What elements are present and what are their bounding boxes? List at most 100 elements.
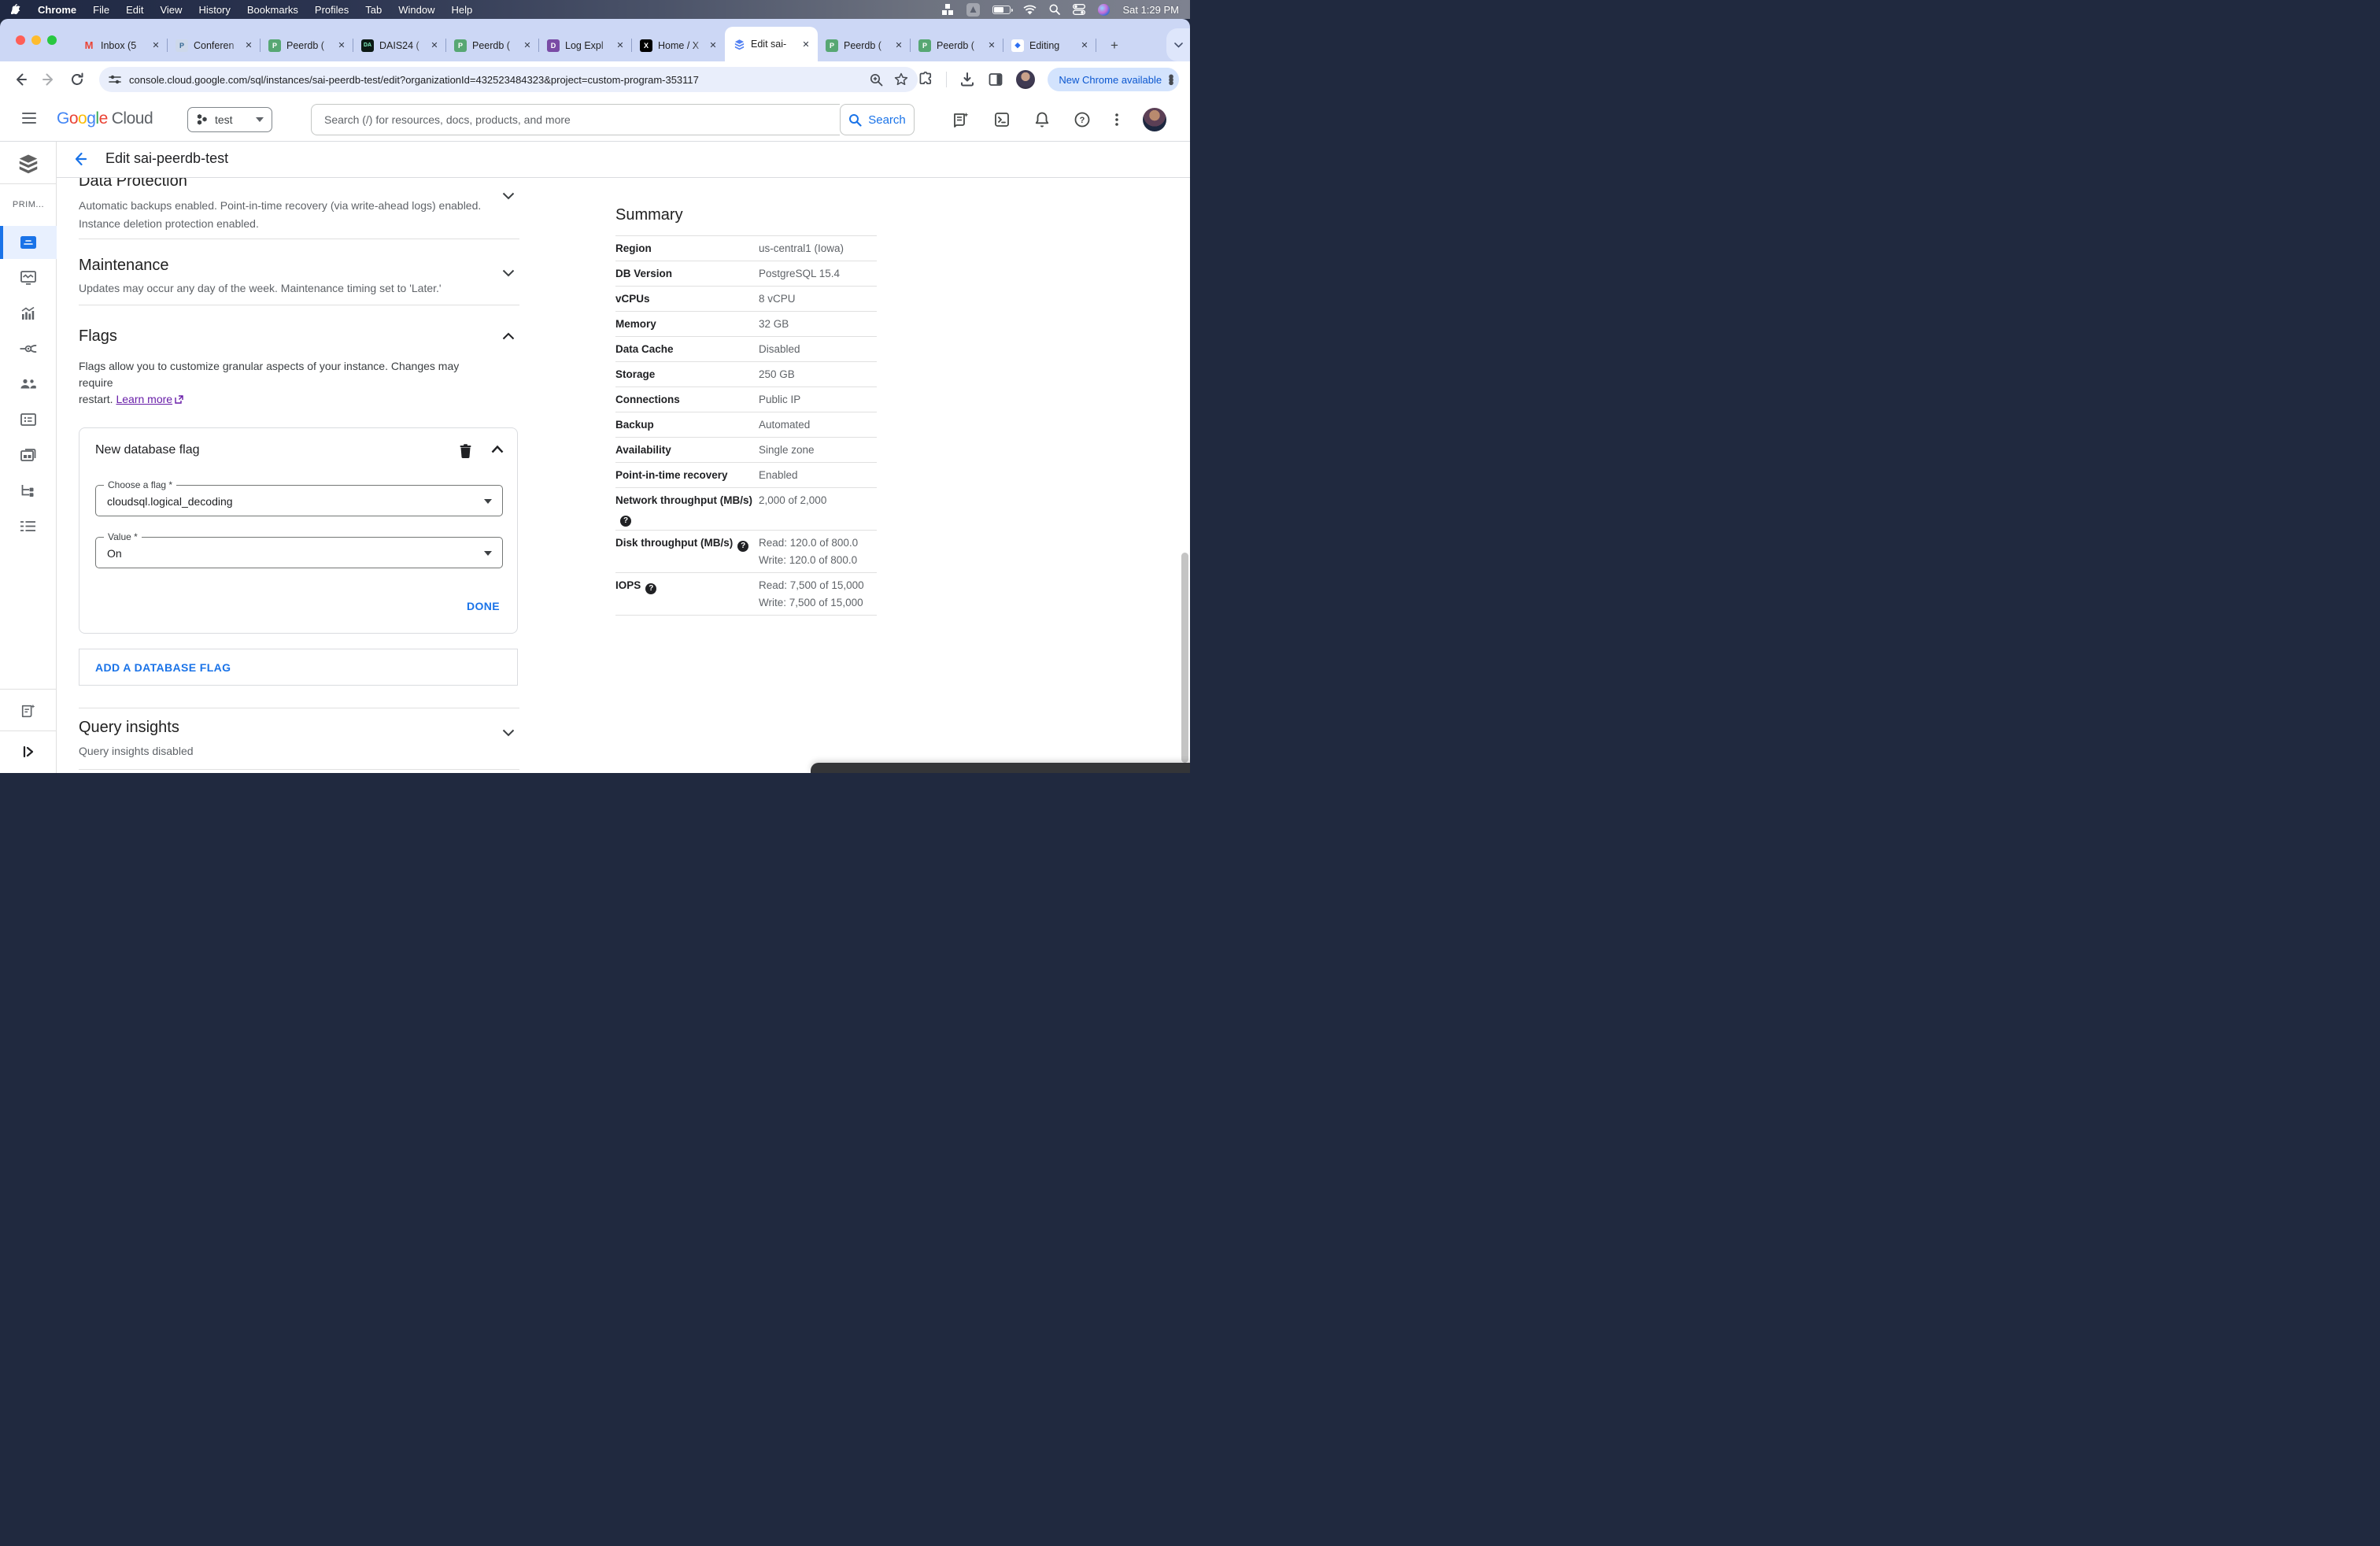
spotlight-search-icon[interactable] [1049,4,1061,15]
extensions-icon[interactable] [918,72,933,87]
help-icon[interactable]: ? [737,541,749,552]
tab-close-icon[interactable]: ✕ [986,40,997,50]
downloads-icon[interactable] [959,72,975,87]
new-chrome-available-button[interactable]: New Chrome available ● ● ● [1048,68,1179,91]
bookmark-star-icon[interactable] [894,72,908,87]
battery-icon[interactable] [992,5,1014,14]
sidebar-item-overview[interactable] [0,226,57,259]
menu-edit[interactable]: Edit [126,4,143,16]
sidebar-item-release-notes[interactable] [0,694,57,727]
menu-bar-clock[interactable]: Sat 1:29 PM [1122,4,1179,16]
menu-file[interactable]: File [93,4,109,16]
delete-flag-icon[interactable] [460,444,471,458]
expand-data-protection-icon[interactable] [502,192,515,200]
sidebar-item-monitoring[interactable] [0,261,57,294]
flag-value-select[interactable]: Value * On [95,531,503,568]
collapse-flags-icon[interactable] [502,332,515,340]
back-button[interactable] [13,72,28,87]
expand-maintenance-icon[interactable] [502,269,515,277]
tab-close-icon[interactable]: ✕ [1079,40,1090,50]
menu-profiles[interactable]: Profiles [315,4,349,16]
more-options-icon[interactable] [1114,111,1119,128]
sidebar-item-connections[interactable] [0,332,57,365]
tab-close-icon[interactable]: ✕ [893,40,904,50]
collapse-flag-card-icon[interactable] [491,445,504,453]
menu-history[interactable]: History [198,4,230,16]
wifi-icon[interactable] [1023,5,1037,15]
tab-close-icon[interactable]: ✕ [336,40,347,50]
notifications-bell-icon[interactable] [1034,111,1050,128]
choose-flag-select[interactable]: Choose a flag * cloudsql.logical_decodin… [95,479,503,516]
status-blocks-icon[interactable] [942,3,954,16]
expand-query-insights-icon[interactable] [502,729,515,737]
project-picker-button[interactable]: test [187,107,272,132]
account-avatar[interactable] [1143,108,1166,131]
tab[interactable]: X Home / X ✕ [632,29,725,61]
sidebar-item-observability[interactable] [0,297,57,330]
sidebar-divider [0,730,57,731]
help-icon[interactable]: ? [645,583,657,594]
release-notes-icon[interactable] [952,111,970,128]
menu-app-name[interactable]: Chrome [38,4,76,16]
help-icon[interactable]: ? [620,516,631,527]
tab[interactable]: M Inbox (5 ✕ [75,29,168,61]
collapse-panel-icon [23,745,34,758]
apple-menu-icon[interactable] [11,3,21,16]
zoom-window-button[interactable] [47,35,57,45]
browser-profile-avatar[interactable] [1016,70,1036,89]
tab[interactable]: P Peerdb (✕ [911,29,1003,61]
forward-button[interactable] [41,72,57,87]
site-settings-icon[interactable] [109,73,121,86]
tab-search-button[interactable] [1166,28,1190,61]
address-bar[interactable]: console.cloud.google.com/sql/instances/s… [99,67,918,92]
sidebar-item-backups[interactable] [0,438,57,472]
side-panel-icon[interactable] [988,72,1003,87]
tab-close-icon[interactable]: ✕ [800,39,811,50]
add-database-flag-button[interactable]: ADD A DATABASE FLAG [79,649,518,686]
menu-window[interactable]: Window [398,4,434,16]
zoom-page-icon[interactable] [870,73,883,87]
url-text[interactable]: console.cloud.google.com/sql/instances/s… [129,74,870,86]
learn-more-link[interactable]: Learn more [116,393,172,405]
sidebar-item-users[interactable] [0,368,57,401]
gcp-search-button[interactable]: Search [840,104,915,135]
google-cloud-logo[interactable]: Google Cloud [57,109,153,128]
menu-view[interactable]: View [160,4,182,16]
control-center-icon[interactable] [1073,4,1086,15]
siri-icon[interactable] [1098,3,1111,16]
menu-bookmarks[interactable]: Bookmarks [247,4,298,16]
tab-close-icon[interactable]: ✕ [429,40,440,50]
gcp-search-input[interactable]: Search (/) for resources, docs, products… [311,104,840,135]
minimize-window-button[interactable] [31,35,41,45]
cloud-shell-icon[interactable] [993,111,1011,128]
tab[interactable]: DA DAIS24 (✕ [353,29,446,61]
tab-close-icon[interactable]: ✕ [150,40,161,50]
close-window-button[interactable] [16,35,25,45]
new-tab-button[interactable]: + [1105,36,1124,55]
tab-close-icon[interactable]: ✕ [708,40,719,50]
status-app-icon[interactable] [966,2,981,17]
reload-button[interactable] [69,72,85,87]
tab-close-icon[interactable]: ✕ [522,40,533,50]
menu-tab[interactable]: Tab [365,4,382,16]
tab[interactable]: P Peerdb (✕ [818,29,911,61]
back-arrow-button[interactable] [71,150,88,168]
help-icon[interactable]: ? [1074,111,1091,128]
navigation-menu-icon[interactable] [22,113,36,124]
tab-close-icon[interactable]: ✕ [243,40,254,50]
sidebar-item-operations[interactable] [0,509,57,542]
menu-help[interactable]: Help [452,4,473,16]
tab[interactable]: D Log Expl ✕ [539,29,632,61]
tab[interactable]: P Conferen ✕ [168,29,261,61]
sidebar-collapse-button[interactable] [0,735,57,768]
done-button[interactable]: DONE [467,600,500,612]
vertical-scrollbar-thumb[interactable] [1181,553,1188,763]
tab-close-icon[interactable]: ✕ [615,40,626,50]
chrome-menu-icon[interactable]: ● ● ● [1168,71,1174,87]
tab[interactable]: P Peerdb (✕ [261,29,353,61]
sidebar-item-replicas[interactable] [0,474,57,507]
tab[interactable]: P Peerdb (✕ [446,29,539,61]
sidebar-item-databases[interactable] [0,403,57,436]
tab-active[interactable]: Edit sai- ✕ [725,27,818,61]
tab[interactable]: ◆ Editing ✕ [1003,29,1096,61]
